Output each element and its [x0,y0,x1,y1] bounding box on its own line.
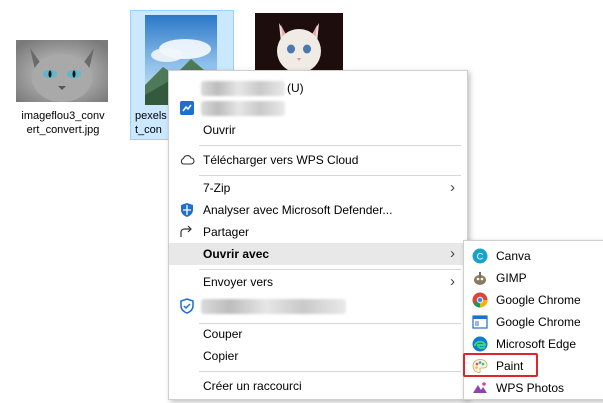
submenu-item-google-chrome-2[interactable]: Google Chrome [464,311,603,333]
chevron-right-icon: › [450,179,455,196]
menu-separator [199,269,461,270]
paint-highlight-box [463,353,538,377]
app-icon [179,100,195,116]
menu-item-defender[interactable]: Analyser avec Microsoft Defender... [169,199,467,221]
context-menu: (U) Ouvrir Télécharger vers WPS Cloud 7-… [168,70,468,400]
submenu-item-microsoft-edge[interactable]: Microsoft Edge [464,333,603,355]
menu-item-open-with[interactable]: Ouvrir avec › [169,243,467,265]
chrome-window-icon [472,314,488,330]
menu-item-copy[interactable]: Copier [169,345,467,367]
file-name: imageflou3_conv ert_convert.jpg [21,110,105,136]
menu-separator [199,145,461,146]
share-icon [179,224,195,240]
menu-item-share[interactable]: Partager [169,221,467,243]
menu-item-send-to[interactable]: Envoyer vers › [169,271,467,293]
menu-item-create-shortcut[interactable]: Créer un raccourci [169,375,467,397]
chrome-icon [472,292,488,308]
submenu-item-google-chrome[interactable]: Google Chrome [464,289,603,311]
menu-item-redacted-top[interactable]: (U) [169,77,467,99]
file-item-imageflou3[interactable]: imageflou3_conv ert_convert.jpg [0,0,125,150]
cloud-icon [179,152,195,168]
menu-item-redacted-security[interactable] [169,295,467,317]
svg-text:C: C [477,252,484,262]
menu-item-open[interactable]: Ouvrir [169,119,467,141]
menu-item-7zip[interactable]: 7-Zip › [169,177,467,199]
menu-item-redacted-app[interactable] [169,97,467,119]
redacted-text [201,299,346,314]
defender-shield-icon [179,202,195,218]
edge-icon [472,336,488,352]
submenu-item-gimp[interactable]: GIMP [464,267,603,289]
wps-photos-icon [472,380,488,396]
file-item-kitten[interactable] [250,10,350,75]
gimp-icon [472,270,488,286]
menu-item-wps-cloud[interactable]: Télécharger vers WPS Cloud [169,149,467,171]
menu-separator [199,175,461,176]
submenu-item-canva[interactable]: C Canva [464,245,603,267]
menu-separator [199,371,461,372]
menu-item-cut[interactable]: Couper [169,323,467,345]
chevron-right-icon: › [450,245,455,262]
canva-icon: C [472,248,488,264]
chevron-right-icon: › [450,273,455,290]
shield-icon [179,298,195,314]
image-thumbnail-kitten [255,13,343,75]
redacted-text [201,101,285,116]
image-thumbnail-grey-cat [16,40,108,102]
redacted-text [201,81,285,96]
